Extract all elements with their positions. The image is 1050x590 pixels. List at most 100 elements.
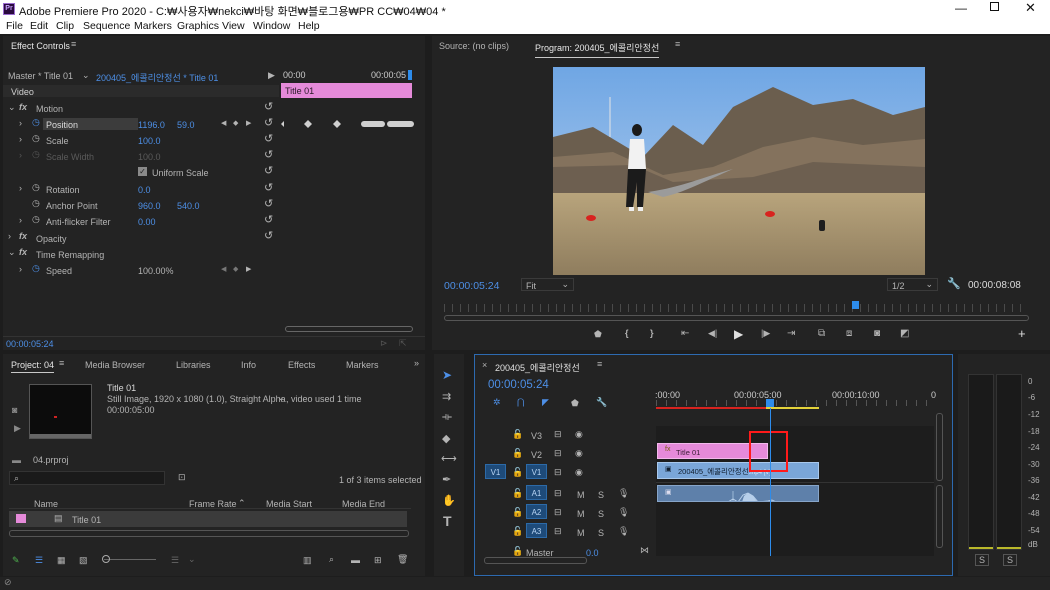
clip-thumbnail[interactable] xyxy=(29,384,92,439)
add-marker-icon[interactable]: ⬟ xyxy=(594,329,602,340)
track-a3-target[interactable]: A3 xyxy=(526,523,547,538)
speed-stopwatch-icon[interactable]: ◷ xyxy=(32,263,40,274)
rotation-expand-icon[interactable]: › xyxy=(19,183,22,193)
effects-tab[interactable]: Effects xyxy=(288,360,315,370)
a2-lock-icon[interactable]: 🔓 xyxy=(512,507,523,518)
add-button-icon[interactable]: + xyxy=(1018,326,1026,341)
a3-mute[interactable]: M xyxy=(577,528,585,538)
antiflicker-expand-icon[interactable]: › xyxy=(19,215,22,225)
menu-view[interactable]: View xyxy=(222,20,245,32)
timeline-ruler-ticks[interactable] xyxy=(656,400,934,406)
add-marker-timeline-icon[interactable]: ◤ xyxy=(542,397,549,408)
a2-solo[interactable]: S xyxy=(598,509,604,519)
project-list-row[interactable]: ▤ Title 01 xyxy=(9,511,407,527)
a1-lock-icon[interactable]: 🔓 xyxy=(512,488,523,499)
timeline-horizontal-scrollbar[interactable] xyxy=(484,557,587,564)
reset-uniform-icon[interactable]: ↺ xyxy=(264,164,273,177)
source-patch-v1[interactable]: V1 xyxy=(485,464,506,479)
anchor-x-value[interactable]: 960.0 xyxy=(138,201,161,211)
reset-rotation-icon[interactable]: ↺ xyxy=(264,181,273,194)
type-tool-icon[interactable]: T xyxy=(443,513,452,529)
linked-selection-icon[interactable]: ⋂ xyxy=(517,397,524,408)
sort-ascending-icon[interactable]: ⌃ xyxy=(238,498,246,509)
program-menu-icon[interactable]: ≡ xyxy=(675,39,680,49)
status-icon[interactable]: ⊘ xyxy=(4,577,12,588)
scale-stopwatch-icon[interactable]: ◷ xyxy=(32,133,40,144)
maximize-button[interactable] xyxy=(990,2,999,11)
menu-edit[interactable]: Edit xyxy=(30,20,48,32)
resolution-dropdown[interactable]: 1/2 ⌄ xyxy=(887,278,938,291)
step-forward-icon[interactable]: |▶ xyxy=(761,328,770,339)
step-back-icon[interactable]: ◀| xyxy=(708,328,717,339)
ec-filter-icon[interactable]: ⊳ xyxy=(380,338,388,349)
audio-clip[interactable]: ▣ xyxy=(657,485,819,502)
a1-solo[interactable]: S xyxy=(598,490,604,500)
program-scrollbar[interactable] xyxy=(444,315,1029,321)
opacity-fx-icon[interactable]: fx xyxy=(19,231,27,241)
menu-window[interactable]: Window xyxy=(253,20,290,32)
reset-antiflicker-icon[interactable]: ↺ xyxy=(264,213,273,226)
speed-prev-keyframe-icon[interactable]: ◀ xyxy=(221,265,226,273)
camera-icon[interactable]: ◙ xyxy=(874,328,880,339)
reset-position-icon[interactable]: ↺ xyxy=(264,116,273,129)
project-menu-icon[interactable]: ≡ xyxy=(59,358,64,368)
position-x-value[interactable]: 1196.0 xyxy=(138,120,165,130)
ripple-edit-tool-icon[interactable]: ⟛ xyxy=(442,411,452,424)
automate-to-sequence-icon[interactable]: ▥ xyxy=(303,555,312,566)
pen-tool-icon[interactable]: ✒ xyxy=(442,473,451,486)
track-v3-label[interactable]: V3 xyxy=(531,431,542,441)
track-a2-target[interactable]: A2 xyxy=(526,504,547,519)
track-v2-label[interactable]: V2 xyxy=(531,450,542,460)
a2-mute[interactable]: M xyxy=(577,509,585,519)
razor-tool-icon[interactable]: ◆ xyxy=(442,432,450,445)
program-timecode[interactable]: 00:00:05:24 xyxy=(444,280,499,292)
markers-tab[interactable]: Markers xyxy=(346,360,379,370)
menu-sequence[interactable]: Sequence xyxy=(83,20,130,32)
time-remap-expand-icon[interactable]: ⌄ xyxy=(8,247,16,258)
mark-out-icon[interactable]: } xyxy=(650,328,654,338)
scale-expand-icon[interactable]: › xyxy=(19,134,22,144)
uniform-scale-checkbox[interactable]: ✓ xyxy=(138,167,147,176)
ec-clip-bar[interactable]: Title 01 xyxy=(281,83,412,98)
menu-graphics[interactable]: Graphics xyxy=(177,20,219,32)
a3-mic-icon[interactable]: 🎙 xyxy=(618,526,629,537)
solo-left-button[interactable]: S xyxy=(975,554,990,566)
v1-sync-icon[interactable]: ⊟ xyxy=(554,467,562,478)
a1-mic-icon[interactable]: 🎙 xyxy=(618,488,629,499)
source-tab[interactable]: Source: (no clips) xyxy=(439,41,509,51)
motion-expand-icon[interactable]: ⌄ xyxy=(8,102,16,113)
reset-opacity-icon[interactable]: ↺ xyxy=(264,229,273,242)
pencil-icon[interactable]: ✎ xyxy=(12,555,20,566)
a2-sync-icon[interactable]: ⊟ xyxy=(554,507,562,518)
timeline-menu-icon[interactable]: ≡ xyxy=(597,359,602,369)
menu-markers[interactable]: Markers xyxy=(134,20,172,32)
v1-eye-icon[interactable]: ◉ xyxy=(575,467,583,478)
project-scrollbar[interactable] xyxy=(9,530,409,537)
vertical-scrollbar-video[interactable] xyxy=(936,413,943,481)
prev-keyframe-icon[interactable]: ◀ xyxy=(221,119,226,127)
new-bin-icon[interactable]: ▬ xyxy=(351,555,360,565)
a3-solo[interactable]: S xyxy=(598,528,604,538)
chevron-down-icon[interactable]: ⌄ xyxy=(188,554,196,565)
a2-mic-icon[interactable]: 🎙 xyxy=(618,507,629,518)
info-tab[interactable]: Info xyxy=(241,360,256,370)
col-name[interactable]: Name xyxy=(34,499,58,509)
libraries-tab[interactable]: Libraries xyxy=(176,360,211,370)
speed-expand-icon[interactable]: › xyxy=(19,264,22,274)
master-value[interactable]: 0.0 xyxy=(586,548,599,558)
play-thumbnail-icon[interactable]: ▶ xyxy=(14,423,21,434)
a1-mute[interactable]: M xyxy=(577,490,585,500)
timeline-settings-icon[interactable]: 🔧 xyxy=(596,397,607,408)
master-lock-icon[interactable]: 🔓 xyxy=(512,546,523,557)
ec-export-icon[interactable]: ⇱ xyxy=(399,338,407,349)
program-tab[interactable]: Program: 200405_에콜리안정선 xyxy=(535,41,660,58)
ec-scrollbar[interactable] xyxy=(285,326,413,332)
v2-sync-icon[interactable]: ⊟ xyxy=(554,448,562,459)
marker-icon[interactable]: ⬟ xyxy=(571,398,579,409)
find-icon[interactable]: ⌕ xyxy=(329,554,334,565)
trash-icon[interactable]: 🗑 xyxy=(397,554,408,565)
close-button[interactable]: ✕ xyxy=(1025,0,1036,16)
freeform-view-icon[interactable]: ▧ xyxy=(79,555,88,566)
v3-eye-icon[interactable]: ◉ xyxy=(575,429,583,440)
effect-controls-tab[interactable]: Effect Controls xyxy=(11,41,70,51)
